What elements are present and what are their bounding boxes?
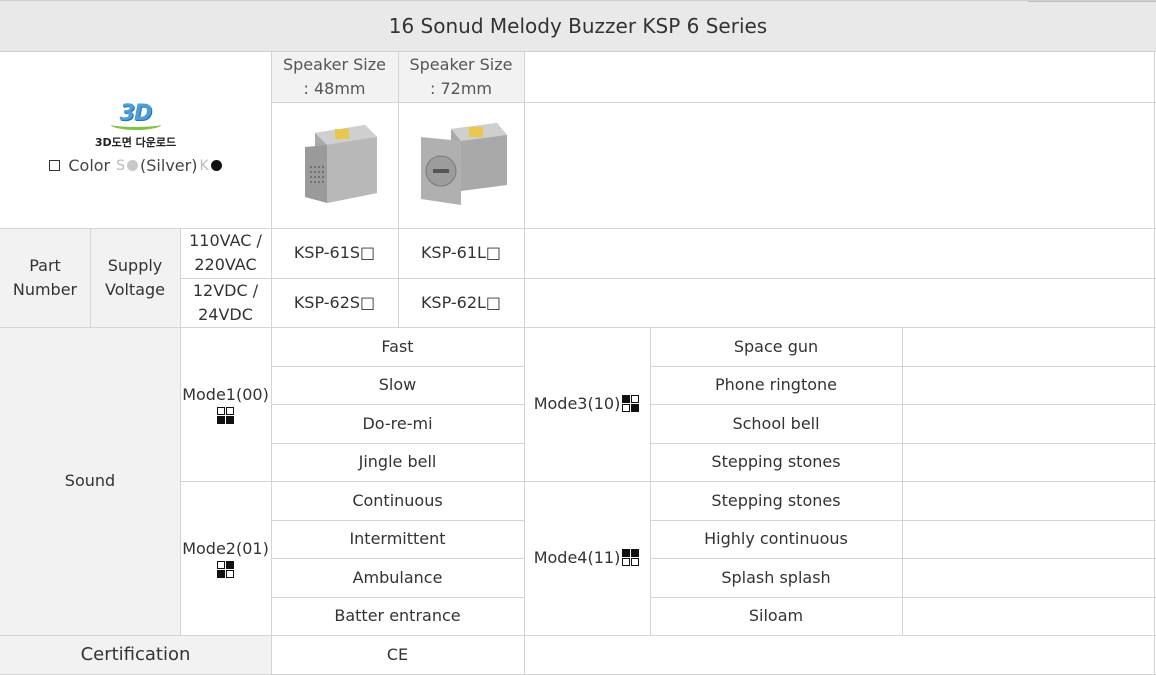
model-ksp-62s: KSP-62S□ xyxy=(293,292,376,312)
sound-item: Do-re-mi xyxy=(362,413,433,433)
3d-download-caption: 3D도면 다운로드 xyxy=(94,135,177,149)
sound-item: Stepping stones xyxy=(711,452,841,471)
sound-item: Intermittent xyxy=(349,529,446,548)
sound-item: Siloam xyxy=(748,606,804,625)
sound-item: Ambulance xyxy=(352,567,443,587)
silver-dot-icon xyxy=(127,160,139,171)
mode4-dip-switch-icon xyxy=(622,549,640,567)
sound-item: Splash splash xyxy=(721,567,831,587)
sound-item: Slow xyxy=(378,375,417,394)
mode3-label: Mode3(10) xyxy=(524,327,650,481)
sound-item: Phone ringtone xyxy=(714,375,837,394)
certification-value: CE xyxy=(386,645,409,664)
sound-item: Fast xyxy=(381,336,414,356)
certification-label: Certification xyxy=(0,635,271,675)
speaker-48-header: Speaker Size : 48mm xyxy=(271,52,398,102)
mode1-label: Mode1(00) xyxy=(180,327,271,481)
mode2-dip-switch-icon xyxy=(216,561,235,579)
model-ksp-62l: KSP-62L□ xyxy=(420,292,502,312)
product-image-48mm xyxy=(271,102,398,228)
mode4-label: Mode4(11) xyxy=(524,481,650,635)
sound-item: Batter entrance xyxy=(334,606,461,625)
spec-table: 16 Sonud Melody Buzzer KSP 6 Series Part… xyxy=(0,0,1156,675)
black-dot-icon xyxy=(210,160,222,171)
sound-item: School bell xyxy=(732,413,820,433)
color-label: Color xyxy=(68,155,111,175)
page-title: 16 Sonud Melody Buzzer KSP 6 Series xyxy=(0,0,1156,52)
sound-item: Continuous xyxy=(352,490,443,510)
silver-label: (Silver) xyxy=(140,155,198,175)
checkbox-square-icon xyxy=(49,160,61,171)
part-number-label: Part Number xyxy=(0,228,90,327)
3d-download-button[interactable]: 3D 3D도면 다운로드 xyxy=(94,102,177,150)
mode3-dip-switch-icon xyxy=(622,395,640,413)
color-info-cell: 3D 3D도면 다운로드 Color S (Silver) K xyxy=(0,52,271,228)
color-options: Color S (Silver) K xyxy=(49,154,222,178)
mode1-dip-switch-icon xyxy=(216,407,235,425)
voltage-ac: 110VAC / 220VAC xyxy=(189,231,262,274)
mode2-label: Mode2(01) xyxy=(180,481,271,635)
sound-item: Highly continuous xyxy=(704,529,848,548)
supply-voltage-label: Supply Voltage xyxy=(90,228,180,327)
sound-item: Stepping stones xyxy=(711,490,841,510)
sound-item: Jingle bell xyxy=(358,452,437,471)
model-ksp-61s: KSP-61S□ xyxy=(293,243,376,262)
product-image-72mm xyxy=(398,102,524,228)
speaker-72-header: Speaker Size : 72mm xyxy=(398,52,524,102)
voltage-dc: 12VDC / 24VDC xyxy=(192,280,259,324)
sound-label: Sound xyxy=(0,327,180,635)
sound-item: Space gun xyxy=(733,336,819,356)
model-ksp-61l: KSP-61L□ xyxy=(420,243,502,262)
